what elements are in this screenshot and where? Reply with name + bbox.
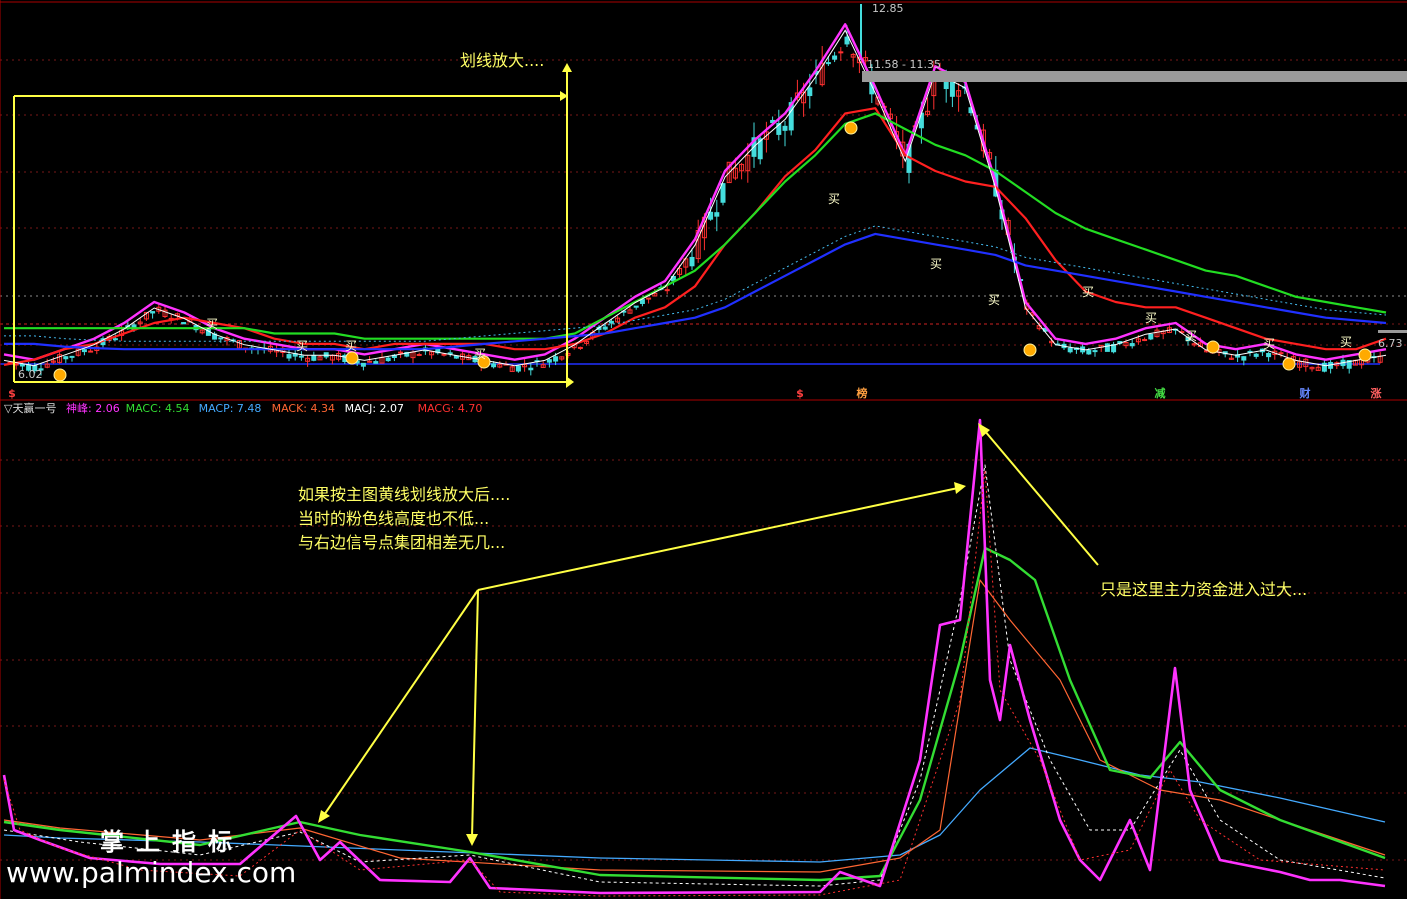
candle	[1092, 350, 1098, 353]
resistance-bar-right	[1378, 330, 1407, 333]
badge: $	[8, 387, 16, 400]
candle	[441, 353, 447, 356]
candle	[373, 361, 379, 364]
signal-dot	[1206, 340, 1220, 354]
annotation-line-2: 当时的粉色线高度也不低...	[298, 509, 489, 528]
candle	[416, 353, 422, 356]
price-label-range: 11.58 - 11.35	[867, 58, 941, 71]
buy-marker: 买	[930, 257, 942, 271]
candle	[150, 311, 156, 314]
price-label-right: 6.73	[1378, 337, 1403, 350]
candle	[825, 62, 831, 65]
candle	[832, 55, 838, 60]
candle	[633, 305, 639, 308]
candle	[81, 349, 87, 353]
candle	[298, 355, 304, 358]
candle	[1067, 347, 1073, 353]
candle	[546, 359, 552, 363]
candle	[577, 346, 583, 349]
candle	[1241, 356, 1247, 361]
candle	[1142, 339, 1148, 342]
badge: 涨	[1371, 386, 1382, 400]
candle	[1104, 343, 1110, 352]
zoom-annotation: 划线放大....	[460, 51, 544, 70]
legend-item: MACJ: 2.07	[345, 402, 404, 415]
candle	[367, 360, 373, 363]
legend-item: MACG: 4.70	[418, 402, 483, 415]
candle	[553, 356, 559, 362]
candle	[311, 355, 317, 361]
buy-marker: 买	[1263, 337, 1275, 351]
candle	[664, 289, 670, 292]
indicator-title: ▽天赢一号	[4, 401, 56, 415]
candle	[1148, 333, 1154, 340]
signal-dot	[1282, 357, 1296, 371]
stock-chart: 买买 买买买买买买买买买买 12.85 11.58 - 11.35 6.73 6.…	[0, 0, 1407, 899]
buy-marker: 买	[474, 347, 486, 361]
price-label-low: 6.02	[18, 368, 43, 381]
signal-dot	[844, 121, 858, 135]
candle	[720, 183, 726, 203]
annotation-line-1: 如果按主图黄线划线放大后....	[298, 485, 510, 504]
resistance-bar	[862, 71, 1407, 82]
buy-marker: 买	[296, 339, 308, 353]
candle	[714, 212, 720, 217]
buy-marker: 买	[988, 293, 1000, 307]
legend-item: 神峰: 2.06	[66, 401, 120, 415]
legend-item: MACP: 7.48	[199, 402, 262, 415]
candle	[782, 125, 788, 131]
candle	[844, 36, 850, 45]
candle	[1086, 349, 1092, 355]
buy-marker: 买	[1145, 311, 1157, 325]
candle	[385, 357, 391, 362]
candle	[1266, 353, 1272, 358]
candle	[88, 350, 94, 353]
buy-marker: 买	[206, 317, 218, 331]
signal-dot	[345, 351, 359, 365]
signal-dot	[53, 368, 67, 382]
candle	[398, 351, 404, 354]
candle	[69, 355, 75, 358]
candle	[112, 338, 118, 341]
candle	[838, 51, 844, 54]
candle	[63, 356, 69, 360]
candle	[181, 322, 187, 325]
candle	[807, 87, 813, 97]
badge: $	[796, 387, 804, 400]
buy-marker: 买	[1082, 285, 1094, 299]
candle	[1321, 362, 1327, 372]
signal-dot	[1358, 348, 1372, 362]
candle	[689, 256, 695, 267]
candle	[1129, 343, 1135, 347]
candle	[453, 355, 459, 359]
signal-dot	[1023, 343, 1037, 357]
candle	[1278, 352, 1284, 355]
annotation-right: 只是这里主力资金进入过大...	[1100, 580, 1307, 599]
candle	[491, 363, 497, 368]
annotation-line-3: 与右边信号点集团相差无几...	[298, 533, 505, 552]
badge: 财	[1299, 386, 1311, 400]
badge: 减	[1155, 386, 1166, 400]
candle	[1253, 353, 1259, 357]
watermark-title: 掌上指标	[100, 828, 244, 856]
buy-marker: 买	[345, 339, 357, 353]
candle	[608, 320, 614, 324]
price-label-high: 12.85	[872, 2, 904, 15]
candle	[639, 299, 645, 304]
candle	[218, 337, 224, 340]
badge: 榜	[857, 386, 868, 400]
buy-marker: 买	[1340, 335, 1352, 349]
watermark-url: www.palmindex.com	[6, 856, 296, 889]
buy-marker: 买	[828, 192, 840, 206]
candle	[19, 363, 25, 367]
candle	[528, 367, 534, 371]
candle	[515, 365, 521, 372]
candle	[602, 326, 608, 330]
legend-item: MACC: 4.54	[126, 402, 190, 415]
legend-item: MACK: 4.34	[272, 402, 335, 415]
candle	[286, 354, 292, 359]
candle	[360, 362, 366, 367]
buy-marker: 买	[1185, 329, 1197, 343]
